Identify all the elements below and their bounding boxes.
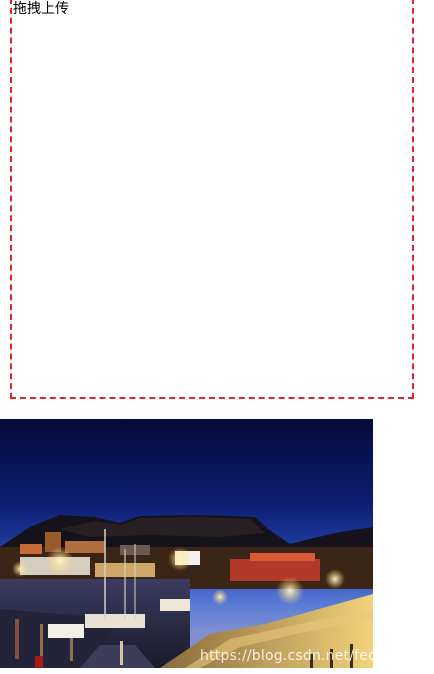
image-watermark: https://blog.csdn.net/fed_guanqi (200, 648, 434, 664)
preview-image (0, 419, 373, 668)
page: 拖拽上传 https://blog.csdn.net/fed_guanqi (0, 0, 434, 674)
drop-zone-label: 拖拽上传 (13, 1, 69, 17)
drag-upload-drop-zone[interactable]: 拖拽上传 (10, 0, 414, 399)
